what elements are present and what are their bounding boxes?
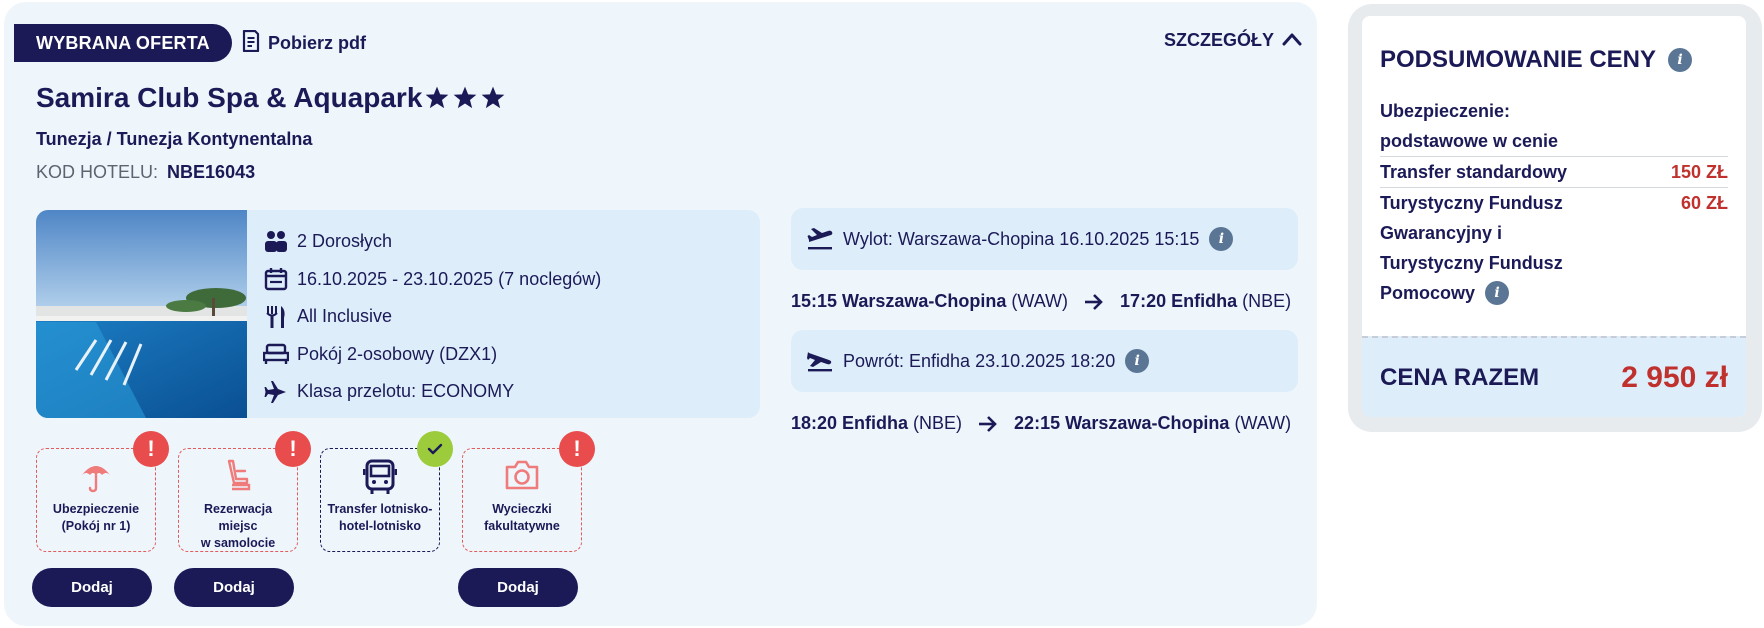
info-room: Pokój 2-osobowy (DZX1) — [262, 336, 601, 374]
star-icon — [454, 86, 477, 109]
insurance-label: Ubezpieczenie: — [1380, 101, 1511, 121]
chevron-up-icon — [1282, 30, 1302, 51]
info-dates: 16.10.2025 - 23.10.2025 (7 noclegów) — [262, 261, 601, 299]
outbound-departure: 15:15 Warszawa-Chopina — [791, 291, 1007, 311]
document-icon — [242, 29, 260, 57]
price-summary-rows: Ubezpieczenie: podstawowe w cenie Transf… — [1380, 96, 1728, 308]
extra-seat-reservation[interactable]: Rezerwacja miejsc w samolocie ! — [178, 431, 311, 552]
extra-excursions[interactable]: Wycieczki fakultatywne ! — [462, 431, 595, 552]
fund-price: 60 ZŁ — [1680, 193, 1728, 213]
warning-icon: ! — [559, 431, 595, 467]
star-icon — [482, 86, 505, 109]
outbound-flight-label: Wylot: Warszawa-Chopina 16.10.2025 15:15 — [843, 228, 1200, 249]
extra-insurance[interactable]: Ubezpieczenie (Pokój nr 1) ! — [36, 431, 169, 552]
star-icon — [426, 86, 449, 109]
outbound-flight-bar: Wylot: Warszawa-Chopina 16.10.2025 15:15… — [791, 208, 1298, 270]
bus-icon — [321, 459, 439, 495]
bed-icon — [262, 340, 290, 368]
total-price-row: CENA RAZEM 2 950 zł — [1362, 336, 1746, 417]
price-summary-panel: PODSUMOWANIE CENY i Ubezpieczenie: podst… — [1348, 4, 1762, 432]
fork-knife-icon — [262, 303, 290, 331]
download-pdf-label: Pobierz pdf — [268, 33, 366, 53]
insurance-value: podstawowe w cenie — [1380, 131, 1559, 151]
seat-icon — [179, 459, 297, 493]
extra-transfer[interactable]: Transfer lotnisko- hotel-lotnisko — [320, 431, 453, 552]
info-board-text: All Inclusive — [297, 306, 393, 327]
info-travelers: 2 Dorosłych — [262, 223, 601, 261]
arrow-right-icon — [978, 415, 998, 433]
add-excursions-button[interactable]: Dodaj — [458, 568, 578, 607]
fund-row: Turystyczny Fundusz Gwarancyjny i Turyst… — [1380, 188, 1728, 308]
info-flight-class: Klasa przelotu: ECONOMY — [262, 373, 601, 411]
inbound-departure: 18:20 Enfidha — [791, 413, 909, 433]
outbound-route: 15:15 Warszawa-Chopina (WAW) 17:20 Enfid… — [791, 291, 1291, 312]
warning-icon: ! — [275, 431, 311, 467]
transfer-price: 150 ZŁ — [1670, 162, 1728, 182]
info-board: All Inclusive — [262, 298, 601, 336]
info-travelers-text: 2 Dorosłych — [297, 231, 393, 252]
insurance-row: Ubezpieczenie: podstawowe w cenie — [1380, 96, 1728, 156]
inbound-flight-bar: Powrót: Enfidha 23.10.2025 18:20 i — [791, 330, 1298, 392]
fund-info-icon[interactable]: i — [1485, 281, 1510, 305]
download-pdf-link[interactable]: Pobierz pdf — [242, 29, 366, 57]
airplane-icon — [262, 378, 290, 406]
hotel-region: Tunezja / Tunezja Kontynentalna — [36, 129, 313, 149]
hotel-code-label: KOD HOTELU: — [36, 162, 159, 182]
details-label: SZCZEGÓŁY — [1164, 30, 1275, 50]
outbound-arrival: 17:20 Enfidha — [1120, 291, 1238, 311]
offer-info-list: 2 Dorosłych 16.10.2025 - 23.10.2025 (7 n… — [262, 223, 601, 411]
inbound-arrival: 22:15 Warszawa-Chopina — [1014, 413, 1230, 433]
hotel-photo[interactable] — [36, 210, 247, 418]
price-summary-title-row: PODSUMOWANIE CENY i — [1380, 46, 1693, 74]
total-value: 2 950 zł — [1621, 360, 1728, 394]
offer-card: WYBRANA OFERTA Pobierz pdf SZCZEGÓŁY Sam… — [4, 2, 1317, 626]
outbound-departure-code: (WAW) — [1011, 291, 1069, 311]
offer-info-box: 2 Dorosłych 16.10.2025 - 23.10.2025 (7 n… — [36, 210, 760, 418]
price-info-icon[interactable]: i — [1668, 48, 1693, 72]
total-label: CENA RAZEM — [1380, 363, 1540, 391]
travelers-icon — [262, 228, 290, 256]
check-icon — [417, 431, 453, 467]
info-room-text: Pokój 2-osobowy (DZX1) — [297, 343, 498, 364]
inbound-flight-label: Powrót: Enfidha 23.10.2025 18:20 — [843, 350, 1116, 371]
extra-transfer-label: Transfer lotnisko- hotel-lotnisko — [327, 502, 433, 533]
hotel-name-row: Samira Club Spa & Aquapark — [36, 82, 506, 114]
arrow-right-icon — [1084, 293, 1104, 311]
outbound-info-icon[interactable]: i — [1209, 227, 1234, 251]
extra-seat-reservation-label: Rezerwacja miejsc w samolocie — [200, 502, 276, 550]
extra-insurance-label: Ubezpieczenie (Pokój nr 1) — [52, 502, 140, 533]
add-insurance-button[interactable]: Dodaj — [32, 568, 152, 607]
details-toggle[interactable]: SZCZEGÓŁY — [1164, 30, 1302, 51]
extra-excursions-label: Wycieczki fakultatywne — [484, 502, 560, 533]
calendar-icon — [262, 265, 290, 293]
inbound-arrival-code: (WAW) — [1234, 413, 1292, 433]
transfer-row: Transfer standardowy 150 ZŁ — [1380, 157, 1728, 187]
hotel-code: KOD HOTELU: NBE16043 — [36, 162, 255, 183]
warning-icon: ! — [133, 431, 169, 467]
outbound-arrival-code: (NBE) — [1242, 291, 1292, 311]
hotel-code-value: NBE16043 — [167, 162, 256, 182]
price-summary-card: PODSUMOWANIE CENY i Ubezpieczenie: podst… — [1362, 16, 1746, 417]
landing-icon — [807, 349, 833, 373]
transfer-label: Transfer standardowy — [1380, 162, 1568, 182]
hotel-stars — [424, 85, 506, 111]
add-seat-reservation-button[interactable]: Dodaj — [174, 568, 294, 607]
selected-offer-badge: WYBRANA OFERTA — [14, 24, 232, 62]
umbrella-icon — [37, 459, 155, 493]
inbound-route: 18:20 Enfidha (NBE) 22:15 Warszawa-Chopi… — [791, 413, 1291, 434]
camera-icon — [463, 459, 581, 491]
takeoff-icon — [807, 227, 833, 251]
price-summary-title: PODSUMOWANIE CENY — [1380, 46, 1657, 73]
fund-label: Turystyczny Fundusz Gwarancyjny i Turyst… — [1380, 193, 1563, 305]
inbound-info-icon[interactable]: i — [1125, 349, 1150, 373]
info-dates-text: 16.10.2025 - 23.10.2025 (7 noclegów) — [297, 268, 602, 289]
info-flight-class-text: Klasa przelotu: ECONOMY — [297, 381, 515, 402]
inbound-departure-code: (NBE) — [913, 413, 963, 433]
hotel-name: Samira Club Spa & Aquapark — [36, 82, 423, 113]
